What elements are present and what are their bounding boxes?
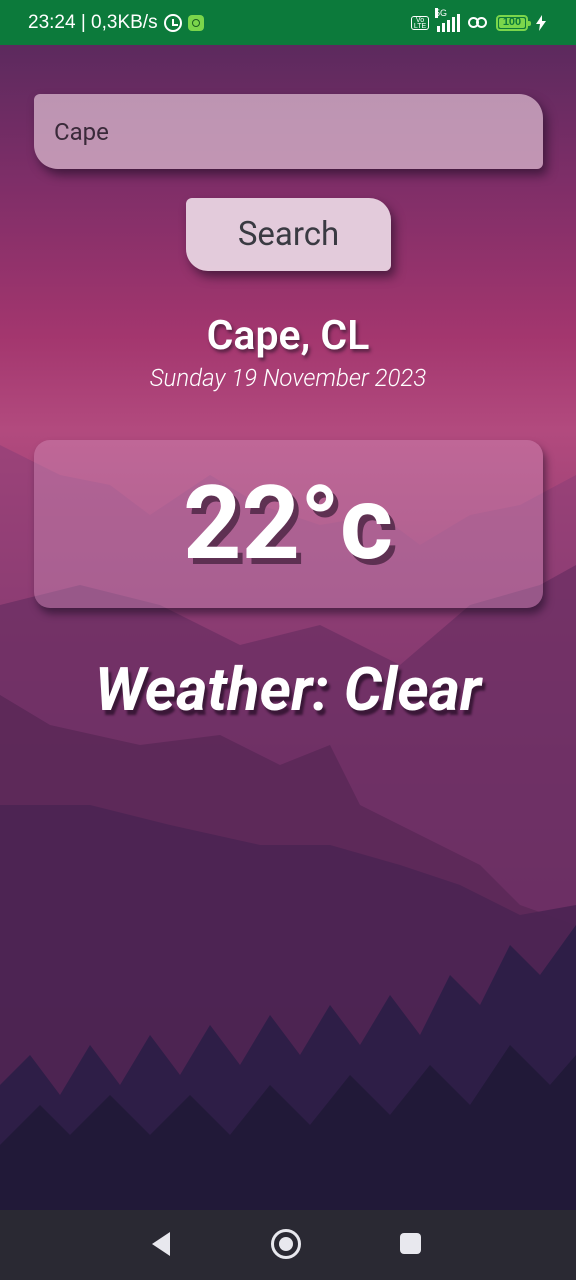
back-icon[interactable]	[150, 1231, 172, 1257]
status-right: Vo LTE 5G 100	[411, 0, 546, 45]
network-type: 5G	[435, 7, 448, 18]
recent-apps-icon[interactable]	[400, 1233, 421, 1254]
signal-icon: 5G	[435, 7, 460, 32]
link-icon	[468, 16, 488, 30]
status-time-speed: 23:24 | 0,3KB/s	[28, 11, 158, 33]
temperature-value: 22°c	[183, 463, 393, 583]
weather-description: Weather: Clear	[94, 654, 482, 725]
volte-icon: Vo LTE	[411, 15, 429, 30]
search-button[interactable]: Search	[186, 198, 391, 271]
status-left: 23:24 | 0,3KB/s	[28, 0, 204, 45]
alarm-icon	[163, 13, 182, 32]
date-text: Sunday 19 November 2023	[149, 364, 427, 392]
app-icon	[187, 14, 204, 31]
status-bar: 23:24 | 0,3KB/s Vo LTE 5G 100	[0, 0, 576, 45]
bolt-icon	[536, 14, 546, 31]
home-icon[interactable]	[271, 1229, 301, 1259]
city-name: Cape, CL	[206, 312, 370, 360]
search-input[interactable]	[34, 94, 543, 169]
battery-level: 100	[502, 15, 522, 28]
battery-icon: 100	[496, 14, 531, 31]
